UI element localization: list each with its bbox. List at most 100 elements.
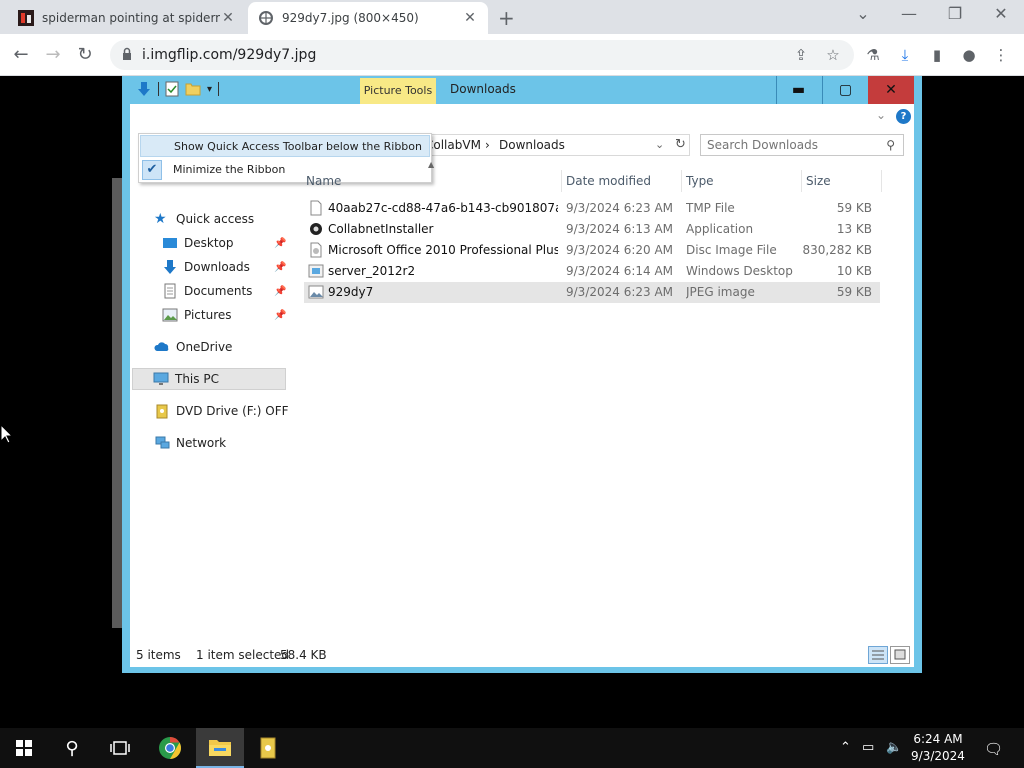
nav-label: Pictures — [184, 308, 232, 322]
notification-center-icon[interactable]: 🗨 — [984, 740, 1003, 758]
window-title: Downloads — [450, 82, 516, 96]
browser-tab-spiderman[interactable]: spiderman pointing at spiderma ✕ — [8, 2, 246, 34]
browser-restore-button[interactable]: ❐ — [940, 4, 970, 23]
nav-item-documents[interactable]: Documents 📌 — [162, 280, 322, 302]
nav-item-onedrive[interactable]: OneDrive — [154, 336, 232, 358]
chrome-taskbar-icon[interactable] — [146, 728, 194, 768]
labs-flask-icon[interactable]: ⚗ — [862, 44, 884, 66]
file-row[interactable]: CollabnetInstaller 9/3/2024 6:13 AM Appl… — [304, 219, 880, 240]
windows-taskbar: ⚲ ⌃ ▭ 🔈 6:24 AM 9/3/2024 🗨 — [0, 728, 1024, 768]
file-explorer-taskbar-icon[interactable] — [196, 728, 244, 768]
share-icon[interactable]: ⇪ — [790, 44, 812, 66]
pin-icon[interactable]: 📌 — [274, 310, 286, 321]
start-button[interactable] — [0, 728, 48, 768]
large-icons-view-button[interactable] — [890, 646, 910, 664]
menu-item-show-qat-below[interactable]: Show Quick Access Toolbar below the Ribb… — [140, 135, 430, 157]
file-row-selected[interactable]: 929dy7 9/3/2024 6:23 AM JPEG image 59 KB — [304, 282, 880, 303]
system-clock[interactable]: 6:24 AM 9/3/2024 — [906, 731, 970, 765]
maximize-button[interactable]: ▢ — [822, 76, 868, 104]
download-icon[interactable]: ⤓ — [894, 44, 916, 66]
task-view-icon[interactable] — [96, 728, 144, 768]
tab-search-icon[interactable]: ⌄ — [848, 4, 878, 23]
file-name: 40aab27c-cd88-47a6-b143-cb901807a618... — [328, 201, 558, 215]
column-header-date[interactable]: Date modified — [562, 170, 682, 192]
pin-icon[interactable]: 📌 — [274, 238, 286, 249]
file-row[interactable]: Microsoft Office 2010 Professional Plus … — [304, 240, 880, 261]
dvd-taskbar-icon[interactable] — [244, 728, 292, 768]
windows-logo-icon — [16, 740, 32, 756]
column-header-size[interactable]: Size — [802, 170, 882, 192]
menu-item-label: Show Quick Access Toolbar below the Ribb… — [174, 140, 422, 153]
minimize-button[interactable]: ▬ — [776, 76, 820, 104]
nav-item-dvd-drive[interactable]: DVD Drive (F:) OFFICE — [154, 400, 288, 422]
pin-icon[interactable]: 📌 — [274, 262, 286, 273]
clock-time: 6:24 AM — [913, 732, 963, 746]
details-view-button[interactable] — [868, 646, 888, 664]
quick-access-down-arrow-icon[interactable] — [136, 81, 152, 97]
forward-icon[interactable]: → — [40, 42, 66, 68]
downloads-arrow-icon — [164, 260, 176, 274]
properties-icon[interactable] — [165, 81, 179, 97]
browser-close-button[interactable]: ✕ — [986, 4, 1016, 23]
search-box[interactable]: ⚲ — [700, 134, 904, 156]
network-status-icon[interactable]: ▭ — [862, 740, 874, 755]
volume-muted-icon[interactable]: 🔈 — [886, 740, 902, 755]
pin-icon[interactable]: 📌 — [274, 286, 286, 297]
browser-toolbar: ← → ↻ i.imgflip.com/929dy7.jpg ⇪ ☆ ⚗ ⤓ ▮… — [0, 34, 1024, 76]
task-view-glyph-icon — [110, 741, 130, 755]
nav-label: Desktop — [184, 236, 234, 250]
file-date: 9/3/2024 6:20 AM — [566, 243, 674, 257]
nav-item-network[interactable]: Network — [154, 432, 226, 454]
address-dropdown-icon[interactable]: ⌄ — [655, 138, 664, 151]
new-tab-button[interactable]: + — [498, 6, 515, 30]
file-row[interactable]: server_2012r2 9/3/2024 6:14 AM Windows D… — [304, 261, 880, 282]
expand-ribbon-chevron-icon[interactable]: ⌄ — [876, 108, 886, 122]
nav-item-this-pc[interactable]: This PC — [132, 368, 286, 390]
column-header-name[interactable]: Name — [302, 170, 562, 192]
file-date: 9/3/2024 6:23 AM — [566, 201, 674, 215]
close-tab-icon[interactable]: ✕ — [220, 10, 236, 26]
breadcrumb-separator[interactable]: › — [485, 138, 490, 152]
picture-tools-tab[interactable]: Picture Tools — [360, 78, 436, 104]
browser-tab-929dy7[interactable]: 929dy7.jpg (800×450) ✕ — [248, 2, 488, 34]
column-header-type[interactable]: Type — [682, 170, 802, 192]
search-input[interactable] — [707, 137, 877, 153]
file-type: Windows Desktop... — [686, 264, 794, 278]
pictures-icon — [162, 308, 178, 322]
file-row[interactable]: 40aab27c-cd88-47a6-b143-cb901807a618... … — [304, 198, 880, 219]
browser-minimize-button[interactable]: — — [894, 4, 924, 23]
customize-toolbar-dropdown-icon[interactable]: ▾ — [207, 84, 212, 95]
mouse-cursor-icon — [0, 424, 12, 444]
profile-avatar-icon[interactable]: ● — [958, 44, 980, 66]
search-icon: ⚲ — [886, 138, 895, 152]
checkmark-icon: ✔ — [142, 160, 162, 180]
search-icon[interactable]: ⚲ — [48, 728, 96, 768]
refresh-icon[interactable]: ↻ — [675, 137, 686, 152]
address-bar[interactable]: i.imgflip.com/929dy7.jpg — [110, 40, 854, 70]
nav-label: Network — [176, 436, 227, 450]
close-button[interactable]: ✕ — [868, 76, 914, 104]
nav-item-downloads[interactable]: Downloads 📌 — [162, 256, 322, 278]
breadcrumb-downloads[interactable]: Downloads — [499, 138, 565, 152]
show-hidden-icons-chevron-icon[interactable]: ⌃ — [840, 740, 851, 755]
nav-item-desktop[interactable]: Desktop 📌 — [162, 232, 322, 254]
nav-item-quick-access[interactable]: ★ Quick access — [154, 208, 254, 230]
close-tab-icon[interactable]: ✕ — [462, 10, 478, 26]
imgflip-favicon-icon — [18, 10, 34, 26]
menu-kebab-icon[interactable]: ⋮ — [990, 44, 1012, 66]
disc-image-icon — [310, 242, 322, 258]
browser-tab-bar: spiderman pointing at spiderma ✕ 929dy7.… — [0, 0, 1024, 34]
new-folder-icon[interactable] — [185, 82, 201, 96]
nav-label: This PC — [175, 372, 219, 386]
side-panel-icon[interactable]: ▮ — [926, 44, 948, 66]
nav-item-pictures[interactable]: Pictures 📌 — [162, 304, 322, 326]
reload-icon[interactable]: ↻ — [72, 42, 98, 68]
file-size: 10 KB — [836, 264, 872, 278]
help-icon[interactable]: ? — [896, 109, 911, 124]
nav-label: OneDrive — [176, 340, 233, 354]
breadcrumb-collabvm[interactable]: CollabVM — [425, 138, 481, 152]
bookmark-star-icon[interactable]: ☆ — [822, 44, 844, 66]
file-name: server_2012r2 — [328, 264, 416, 278]
back-icon[interactable]: ← — [8, 42, 34, 68]
file-name: Microsoft Office 2010 Professional Plus … — [328, 243, 558, 257]
